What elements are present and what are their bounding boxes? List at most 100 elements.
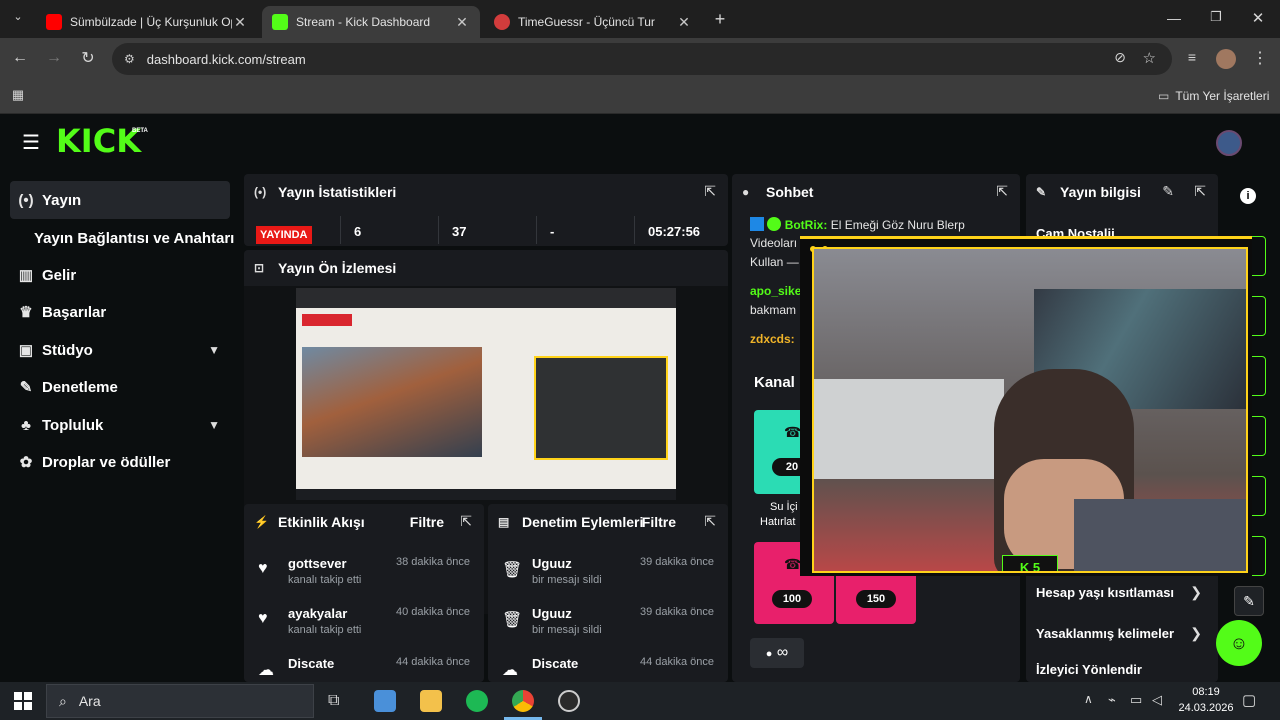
sidebar-item-stream-key[interactable]: Yayın Bağlantısı ve Anahtarı — [34, 219, 240, 257]
panel-title: Sohbet — [766, 184, 814, 200]
trash-icon: 🗑 — [502, 612, 523, 629]
tab-search-icon[interactable]: ⌄ — [8, 10, 28, 23]
apps-grid-icon[interactable]: ▦ — [10, 87, 26, 103]
spotify-icon[interactable] — [466, 690, 488, 712]
taskbar-search[interactable]: ⌕ Ara — [46, 684, 314, 718]
popout-icon[interactable]: ⇱ — [460, 513, 472, 530]
sidebar-item-label: Yayın Bağlantısı ve Anahtarı — [34, 229, 235, 247]
windows-taskbar: ⌕ Ara ⧉ ∧ ⌁ ▭ ◁ 08:19 24.03.2026 ▢ — [0, 682, 1280, 720]
infinity-label: ∞ — [776, 644, 789, 661]
hamburger-menu-icon[interactable]: ☰ — [20, 130, 42, 155]
bed-shape — [814, 379, 1004, 479]
back-icon[interactable]: ← — [10, 49, 30, 67]
community-icon: ♣ — [21, 416, 31, 434]
notifications-icon[interactable]: ▢ — [1242, 691, 1256, 709]
restore-icon[interactable]: ❐ — [1206, 9, 1226, 25]
media-control-icon[interactable]: ≡ — [1182, 49, 1202, 65]
list-item: ☁ Discate 44 dakika önce — [244, 652, 480, 682]
sidebar-item-droplar[interactable]: ✿ Droplar ve ödüller — [10, 443, 230, 481]
user-avatar[interactable] — [1216, 130, 1242, 156]
chevron-right-icon[interactable]: ❯ — [1190, 584, 1202, 601]
site-info-icon[interactable]: ⚙ — [124, 52, 135, 66]
kick-logo[interactable]: KICK — [56, 122, 141, 160]
support-chat-button[interactable]: ☺ — [1216, 620, 1262, 666]
sidebar-item-gelir[interactable]: ▥ Gelir — [10, 256, 230, 294]
windows-start-icon[interactable] — [14, 692, 32, 710]
tab-timeguessr[interactable]: TimeGuessr - Üçüncü Tur ✕ — [484, 6, 702, 38]
edit-pencil-icon[interactable]: ✎ — [1162, 183, 1174, 200]
reload-icon[interactable]: ↻ — [78, 48, 98, 68]
chat-username[interactable]: zdxcds: — [750, 332, 795, 346]
setting-item[interactable]: Yasaklanmış kelimeler — [1036, 626, 1174, 641]
filter-button[interactable]: Filtre — [410, 514, 444, 530]
task-view-icon[interactable]: ⧉ — [328, 692, 339, 710]
popout-icon[interactable]: ⇱ — [996, 183, 1008, 200]
chevron-up-icon[interactable]: ∧ — [1084, 692, 1093, 706]
live-badge: YAYINDA — [256, 226, 312, 244]
volume-icon[interactable]: ◁ — [1152, 692, 1162, 708]
list-item: ♥ ayakyalar kanalı takip etti 40 dakika … — [244, 602, 480, 652]
display-icon[interactable]: ▭ — [1130, 692, 1142, 708]
tab-kick-dashboard[interactable]: Stream - Kick Dashboard ✕ — [262, 6, 480, 38]
forward-icon[interactable]: → — [44, 49, 64, 67]
username[interactable]: ayakyalar — [288, 606, 347, 621]
bookmark-star-icon[interactable]: ☆ — [1143, 49, 1156, 67]
chat-settings-button[interactable]: ● ∞ — [750, 638, 804, 668]
list-item: 🗑 Uguuz bir mesajı sildi 39 dakika önce — [488, 552, 724, 602]
network-icon[interactable]: ⌁ — [1108, 692, 1116, 708]
file-explorer-icon[interactable] — [420, 690, 442, 712]
mail-app-icon[interactable] — [374, 690, 396, 712]
sidebar-item-basarilar[interactable]: ♛ Başarılar — [10, 293, 230, 331]
close-tab-icon[interactable]: ✕ — [232, 14, 248, 31]
sidebar-item-studyo[interactable]: ▣ Stüdyo ▼ — [10, 331, 230, 369]
list-item: 🗑 Uguuz bir mesajı sildi 39 dakika önce — [488, 602, 724, 652]
chevron-down-icon[interactable]: ▼ — [208, 343, 220, 357]
clock-time[interactable]: 08:19 — [1184, 686, 1228, 698]
chrome-icon[interactable] — [512, 690, 534, 712]
setting-item[interactable]: İzleyici Yönlendir — [1036, 662, 1142, 677]
tab-youtube[interactable]: Sümbülzade | Üç Kurşunluk Op ✕ — [36, 6, 258, 38]
popout-icon[interactable]: ⇱ — [704, 183, 716, 200]
username[interactable]: Uguuz — [532, 606, 572, 621]
popout-icon[interactable]: ⇱ — [704, 513, 716, 530]
chat-username[interactable]: BotRix: — [785, 218, 828, 232]
panel-header: ✎ Yayın bilgisi — [1026, 174, 1218, 210]
info-icon[interactable]: i — [1240, 188, 1256, 204]
chevron-down-icon[interactable]: ▼ — [208, 418, 220, 432]
preview-video[interactable] — [296, 288, 676, 500]
sidebar-item-denetleme[interactable]: ✎ Denetleme — [10, 368, 230, 406]
menu-kebab-icon[interactable]: ⋮ — [1252, 48, 1268, 68]
profile-avatar[interactable] — [1216, 49, 1236, 69]
close-tab-icon[interactable]: ✕ — [676, 14, 692, 31]
username[interactable]: gottsever — [288, 556, 347, 571]
username[interactable]: Discate — [288, 656, 334, 671]
clock-date[interactable]: 24.03.2026 — [1172, 702, 1240, 714]
username[interactable]: Uguuz — [532, 556, 572, 571]
list-item: ♥ gottsever kanalı takip etti 38 dakika … — [244, 552, 480, 602]
panel-title: Etkinlik Akışı — [278, 514, 365, 530]
setting-item[interactable]: Hesap yaşı kısıtlaması — [1036, 585, 1174, 600]
chat-username[interactable]: apo_sike — [750, 284, 801, 298]
minimize-icon[interactable]: — — [1164, 10, 1184, 26]
trash-icon: 🗑 — [502, 562, 523, 579]
sidebar-item-label: Yayın — [42, 191, 82, 209]
new-tab-button[interactable]: + — [710, 9, 730, 30]
close-window-icon[interactable]: ✕ — [1248, 9, 1268, 27]
close-tab-icon[interactable]: ✕ — [454, 14, 470, 31]
mod-tools-button[interactable]: ✎ — [1234, 586, 1264, 616]
tracking-off-icon[interactable]: ⊘ — [1114, 49, 1126, 66]
filter-button[interactable]: Filtre — [642, 514, 676, 530]
beta-badge: BETA — [132, 128, 148, 134]
sidebar-item-topluluk[interactable]: ♣ Topluluk ▼ — [10, 406, 230, 444]
cloud-icon: ☁ — [258, 662, 274, 679]
address-bar[interactable]: ⚙ dashboard.kick.com/stream ⊘ ☆ — [112, 43, 1172, 75]
obs-icon[interactable] — [558, 690, 580, 712]
wrench-icon: ✎ — [1036, 185, 1047, 199]
all-bookmarks-button[interactable]: ▭ Tüm Yer İşaretleri — [1158, 89, 1269, 103]
chevron-right-icon[interactable]: ❯ — [1190, 625, 1202, 642]
sidebar-item-yayin[interactable]: (•) Yayın — [10, 181, 230, 219]
popout-icon[interactable]: ⇱ — [1194, 183, 1206, 200]
kick-favicon-icon — [272, 14, 288, 30]
chart-icon: ▥ — [18, 267, 34, 284]
username[interactable]: Discate — [532, 656, 578, 671]
